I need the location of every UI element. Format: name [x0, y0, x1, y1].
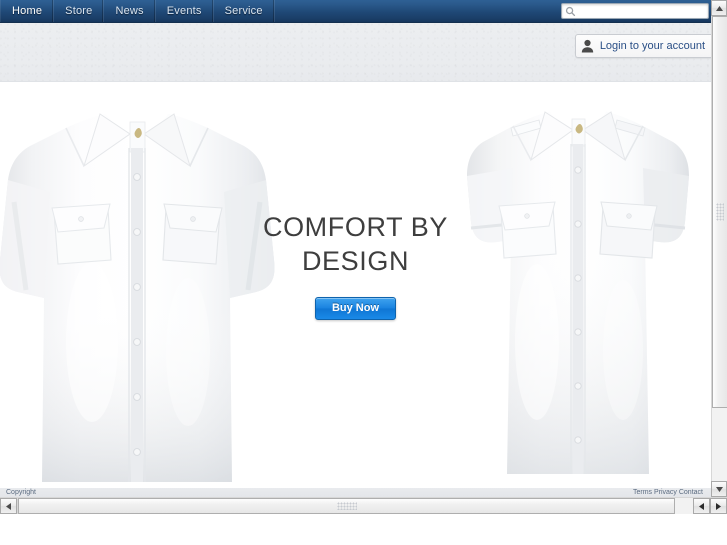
footer-links: Terms Privacy Contact [632, 489, 703, 496]
vertical-scrollbar[interactable] [711, 0, 727, 497]
page-content: Home Store News Events Service Login to … [0, 0, 711, 497]
main-navigation-bar: Home Store News Events Service [0, 0, 711, 23]
nav-item-label: Store [65, 5, 93, 17]
nav-item-store[interactable]: Store [54, 0, 105, 22]
search-icon [565, 6, 576, 17]
chevron-left-icon [6, 502, 11, 510]
horizontal-scrollbar-thumb[interactable] [18, 498, 675, 514]
hero-banner: COMFORT BY DESIGN Buy Now [0, 82, 711, 497]
nav-item-label: Service [224, 5, 263, 17]
search-container [561, 0, 711, 22]
vertical-scrollbar-thumb[interactable] [712, 16, 727, 408]
chevron-left-icon [699, 502, 704, 510]
search-input[interactable] [579, 5, 705, 17]
hero-headline: COMFORT BY DESIGN [262, 212, 449, 276]
footer-copyright: Copyright [6, 489, 36, 496]
hero-copy: COMFORT BY DESIGN Buy Now [0, 210, 711, 320]
search-box[interactable] [561, 3, 709, 19]
chevron-down-icon [715, 486, 723, 492]
scroll-right-button[interactable] [710, 498, 727, 514]
nav-item-news[interactable]: News [104, 0, 156, 22]
scroll-left-button[interactable] [0, 498, 17, 514]
person-icon [581, 39, 594, 53]
scroll-left-button-2[interactable] [693, 498, 710, 514]
vertical-scrollbar-track[interactable] [711, 16, 727, 481]
scrollbar-grip [716, 203, 724, 221]
chevron-up-icon [715, 5, 723, 11]
nav-item-label: Home [12, 5, 43, 17]
nav-item-label: Events [166, 5, 202, 17]
page-footer: Copyright Terms Privacy Contact [0, 488, 711, 497]
scroll-down-button[interactable] [711, 481, 727, 497]
nav-item-home[interactable]: Home [0, 0, 55, 22]
buy-now-button[interactable]: Buy Now [314, 297, 397, 320]
window-bottom-area [0, 514, 727, 545]
login-button-label: Login to your account [599, 40, 705, 52]
chevron-right-icon [716, 502, 721, 510]
nav-item-label: News [115, 5, 144, 17]
nav-item-service[interactable]: Service [214, 0, 275, 22]
nav-item-events[interactable]: Events [156, 0, 214, 22]
scroll-up-button[interactable] [711, 0, 727, 16]
horizontal-scrollbar[interactable] [0, 497, 727, 514]
header-band: Login to your account [0, 23, 711, 82]
navbar-spacer [275, 0, 561, 22]
login-button[interactable]: Login to your account [574, 34, 711, 58]
horizontal-scroll-arrow-pair [693, 498, 727, 514]
browser-viewport: Home Store News Events Service Login to … [0, 0, 727, 545]
horizontal-scrollbar-track[interactable] [17, 498, 675, 514]
scrollbar-grip [336, 502, 357, 510]
